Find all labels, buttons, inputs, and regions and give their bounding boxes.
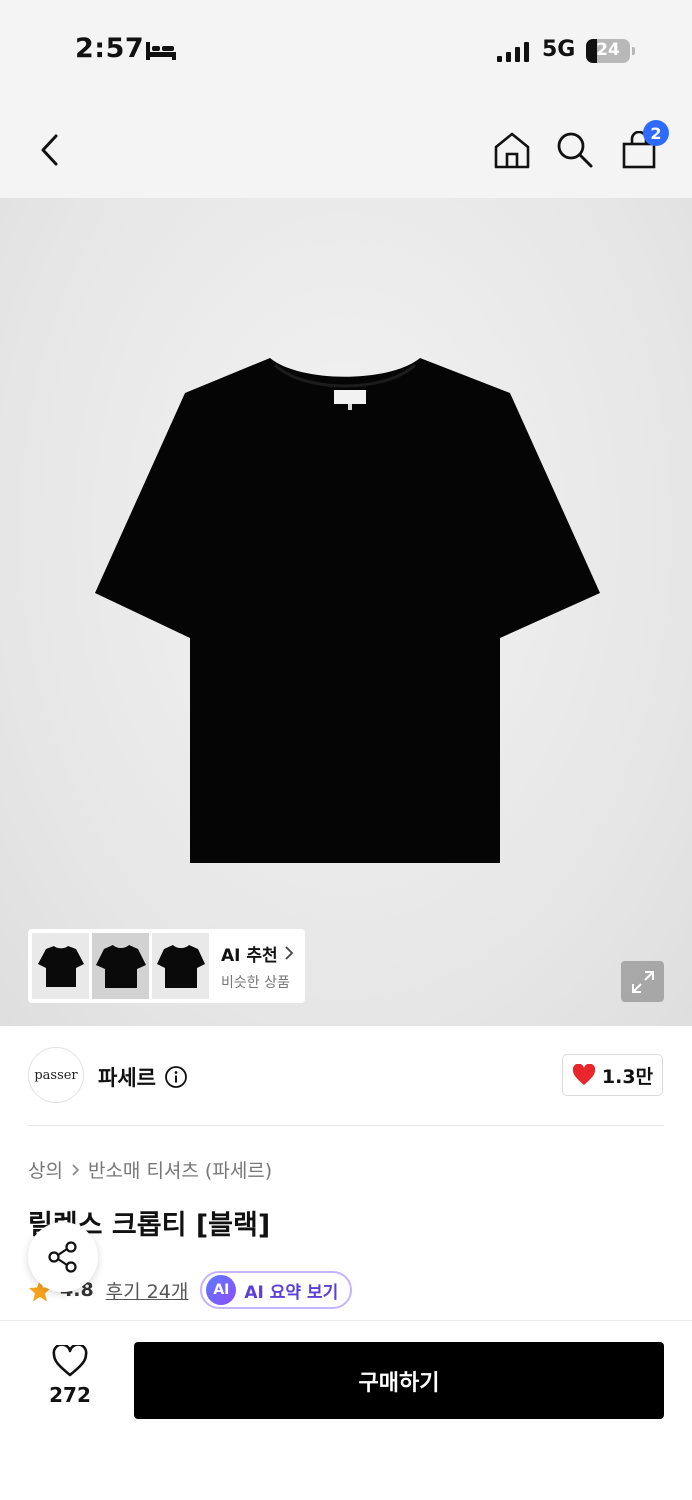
recommend-thumb[interactable]	[32, 933, 89, 999]
battery-icon: 24	[586, 39, 630, 63]
battery-cap	[632, 47, 635, 55]
ai-recommend-card[interactable]: AI 추천 비슷한 상품	[28, 929, 305, 1003]
battery-level: 24	[596, 40, 620, 60]
ai-recommend-subtitle: 비슷한 상품	[221, 974, 290, 991]
ai-summary-button[interactable]: AI AI 요약 보기	[200, 1271, 353, 1309]
bed-icon	[146, 42, 176, 60]
ai-recommend-title: AI 추천	[221, 941, 294, 966]
signal-icon	[497, 42, 529, 62]
brand-like-count: 1.3만	[601, 1065, 654, 1088]
share-icon	[48, 1241, 77, 1273]
expand-icon	[631, 970, 654, 993]
review-link[interactable]: 후기 24개	[106, 1277, 189, 1304]
info-icon[interactable]	[164, 1065, 188, 1089]
brand-logo[interactable]: passer	[28, 1047, 84, 1103]
home-button[interactable]	[488, 126, 536, 174]
status-bar: 2:57 5G 24	[0, 0, 692, 100]
recommend-thumb[interactable]	[92, 933, 149, 999]
product-image[interactable]: AI 추천 비슷한 상품	[0, 198, 692, 1026]
ai-recommend-text: AI 추천 비슷한 상품	[221, 941, 294, 992]
ai-summary-label: AI 요약 보기	[244, 1282, 339, 1303]
brand-like-button[interactable]: 1.3만	[562, 1054, 663, 1096]
breadcrumb: 상의 반소매 티셔츠 (파세르)	[28, 1156, 272, 1183]
breadcrumb-category[interactable]: 상의	[28, 1156, 63, 1183]
network-type: 5G	[542, 37, 576, 62]
wishlist-button[interactable]: 272	[30, 1345, 110, 1407]
share-button[interactable]	[28, 1222, 98, 1292]
wishlist-count: 272	[49, 1383, 91, 1407]
breadcrumb-subcategory[interactable]: 반소매 티셔츠 (파세르)	[88, 1156, 272, 1183]
tshirt-thumb-icon	[37, 946, 84, 987]
buy-button[interactable]: 구매하기	[134, 1342, 664, 1419]
status-time: 2:57	[75, 33, 145, 64]
back-button[interactable]	[26, 126, 74, 174]
chevron-right-icon	[285, 946, 293, 960]
heart-outline-icon	[52, 1345, 88, 1377]
tshirt-thumb-icon	[156, 945, 205, 988]
home-icon	[494, 132, 530, 169]
cart-count-badge: 2	[643, 120, 669, 146]
search-button[interactable]	[551, 126, 599, 174]
chevron-left-icon	[41, 134, 58, 166]
bottom-action-bar: 272 구매하기	[0, 1320, 692, 1500]
chevron-right-icon	[72, 1163, 80, 1176]
expand-image-button[interactable]	[621, 961, 664, 1002]
heart-filled-icon	[572, 1064, 596, 1085]
brand-name: 파세르	[98, 1066, 156, 1090]
recommend-thumb[interactable]	[152, 933, 209, 999]
brand-link[interactable]: 파세르	[98, 1062, 188, 1092]
nav-bar: 2	[0, 100, 692, 198]
ai-recommend-label: AI 추천	[221, 945, 278, 966]
ai-icon: AI	[206, 1275, 237, 1305]
cart-button[interactable]: 2	[615, 120, 669, 174]
tshirt-thumb-icon	[95, 945, 146, 988]
search-icon	[557, 132, 593, 168]
divider	[28, 1125, 664, 1126]
tshirt-image	[95, 358, 600, 863]
